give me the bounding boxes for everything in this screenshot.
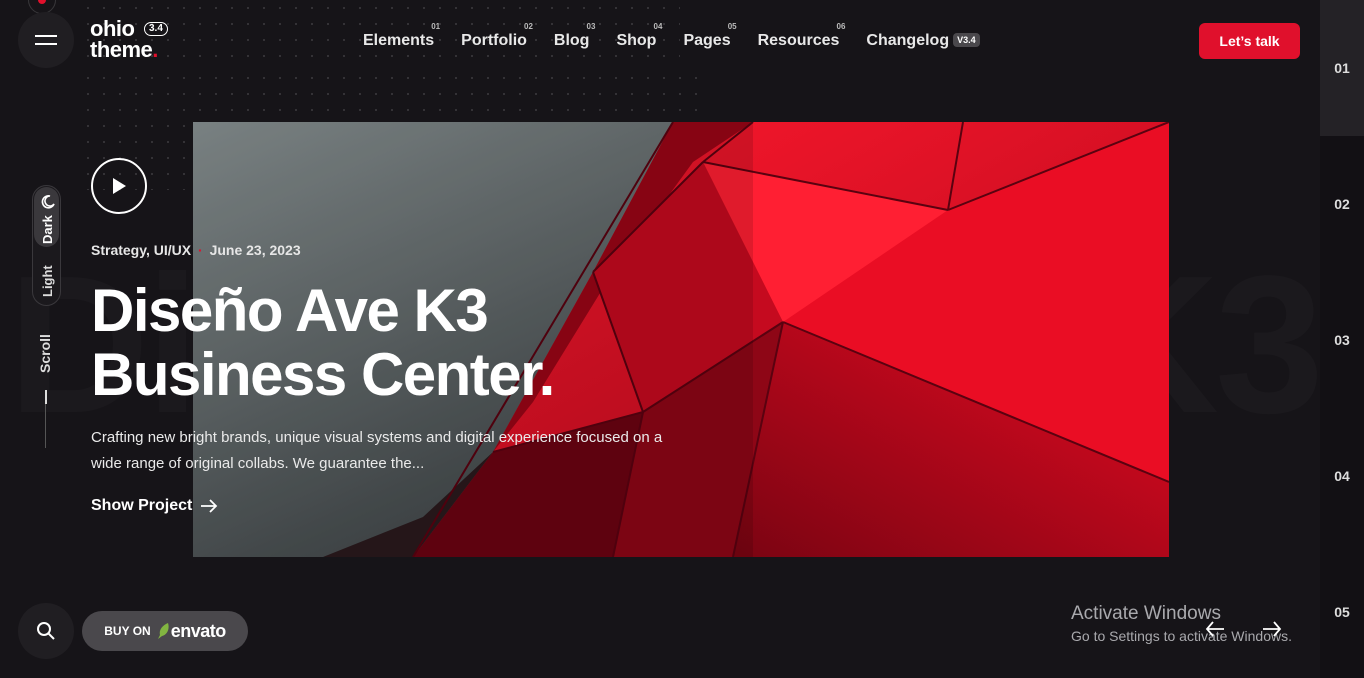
- slide-dot-02[interactable]: 02: [1320, 136, 1364, 272]
- play-icon: [113, 178, 126, 194]
- play-button[interactable]: [91, 158, 147, 214]
- scroll-indicator: [45, 390, 47, 404]
- nav-item-label: Changelog: [866, 32, 950, 49]
- menu-icon: [35, 35, 57, 37]
- nav-item-changelog[interactable]: Changelog V3.4: [866, 22, 980, 50]
- arrow-right-icon: [201, 499, 218, 513]
- buy-on-label: BUY ON: [104, 624, 151, 638]
- logo[interactable]: ohio 3.4 theme.: [90, 18, 168, 62]
- nav-item-label: Elements: [363, 32, 435, 49]
- dark-mode-option[interactable]: Dark: [34, 187, 59, 247]
- nav-item-number: 04: [653, 22, 663, 31]
- post-meta: Strategy, UI/UX · June 23, 2023: [91, 242, 301, 258]
- logo-dot: .: [152, 37, 158, 62]
- nav-item-number: 02: [524, 22, 533, 31]
- nav-item-number: 05: [727, 22, 737, 31]
- search-button[interactable]: [18, 603, 74, 659]
- main-nav: 01 Elements 02 Portfolio 03 Blog 04 Shop…: [363, 22, 980, 50]
- show-project-link[interactable]: Show Project: [91, 497, 218, 515]
- nav-item-portfolio[interactable]: 02 Portfolio: [461, 22, 533, 50]
- nav-item-label: Shop: [616, 32, 657, 49]
- activate-subtitle: Go to Settings to activate Windows.: [1071, 628, 1292, 644]
- slide-dot-04[interactable]: 04: [1320, 408, 1364, 544]
- light-option[interactable]: Light: [40, 265, 55, 297]
- logo-word-2: theme: [90, 37, 153, 62]
- arrow-left-icon[interactable]: [1205, 620, 1225, 638]
- envato-brand: envato: [170, 620, 227, 641]
- theme-toggle[interactable]: Dark Light: [32, 185, 61, 306]
- nav-item-number: 06: [836, 22, 846, 31]
- activate-title: Activate Windows: [1071, 603, 1221, 624]
- dark-label: Dark: [40, 215, 55, 244]
- moon-icon: [41, 195, 55, 209]
- nav-item-label: Portfolio: [461, 32, 527, 49]
- slide-dot-05[interactable]: 05: [1320, 544, 1364, 678]
- envato-leaf-icon: [157, 623, 169, 639]
- nav-item-elements[interactable]: 01 Elements: [363, 22, 440, 50]
- slide-dot-01[interactable]: 01: [1320, 0, 1364, 136]
- nav-item-number: 01: [431, 22, 441, 31]
- nav-item-pages[interactable]: 05 Pages: [683, 22, 736, 50]
- lets-talk-button[interactable]: Let’s talk: [1199, 23, 1300, 59]
- hero-title[interactable]: Diseño Ave K3 Business Center.: [91, 279, 711, 407]
- logo-version-badge: 3.4: [144, 22, 168, 36]
- post-categories[interactable]: Strategy, UI/UX: [91, 242, 191, 258]
- nav-item-blog[interactable]: 03 Blog: [553, 22, 596, 50]
- nav-item-label: Blog: [553, 32, 590, 49]
- nav-item-label: Resources: [757, 32, 840, 49]
- scroll-track: [45, 404, 46, 448]
- nav-item-shop[interactable]: 04 Shop: [616, 22, 662, 50]
- slide-dot-03[interactable]: 03: [1320, 272, 1364, 408]
- nav-item-resources[interactable]: 06 Resources: [757, 22, 846, 50]
- buy-on-envato-button[interactable]: BUY ON envato: [82, 611, 248, 651]
- post-date: June 23, 2023: [209, 242, 301, 258]
- version-badge: V3.4: [953, 33, 980, 47]
- meta-separator: ·: [198, 242, 203, 258]
- search-icon: [37, 622, 55, 640]
- hero-description: Crafting new bright brands, unique visua…: [91, 429, 663, 472]
- activate-windows-watermark: Activate Windows Go to Settings to activ…: [1071, 602, 1292, 646]
- arrow-right-icon[interactable]: [1262, 620, 1282, 638]
- show-project-label: Show Project: [91, 497, 193, 514]
- menu-button[interactable]: [18, 12, 74, 68]
- nav-item-number: 03: [586, 22, 596, 31]
- nav-item-label: Pages: [683, 32, 731, 49]
- slide-pagination: 01 02 03 04 05: [1320, 0, 1364, 678]
- scroll-label: Scroll: [37, 334, 53, 373]
